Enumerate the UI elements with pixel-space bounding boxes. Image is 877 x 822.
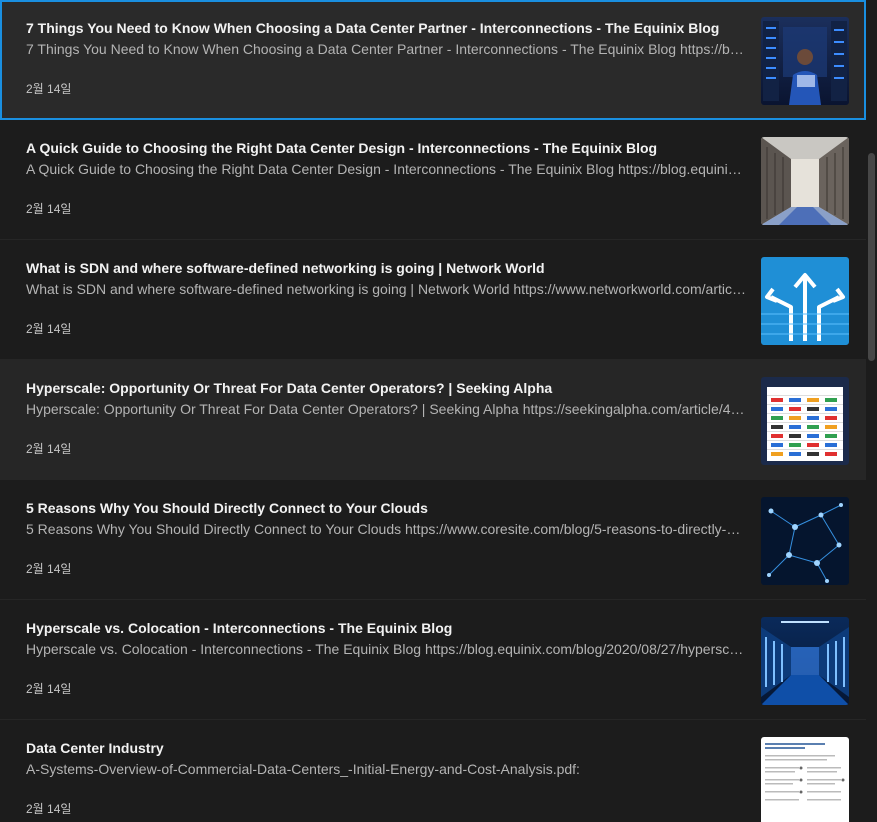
item-date: 2월 14일 (26, 442, 72, 456)
item-description: 5 Reasons Why You Should Directly Connec… (26, 521, 746, 537)
blue-server-hall-image (761, 617, 849, 705)
network-nodes-image (761, 497, 849, 585)
item-date: 2월 14일 (26, 562, 72, 576)
list-item[interactable]: Hyperscale: Opportunity Or Threat For Da… (0, 360, 866, 480)
item-date: 2월 14일 (26, 322, 72, 336)
list-item[interactable]: Hyperscale vs. Colocation - Interconnect… (0, 600, 866, 720)
item-description: A-Systems-Overview-of-Commercial-Data-Ce… (26, 761, 580, 777)
item-title: What is SDN and where software-defined n… (26, 260, 545, 276)
server-room-technician-image (761, 17, 849, 105)
scrollbar-thumb[interactable] (868, 153, 875, 361)
item-title: A Quick Guide to Choosing the Right Data… (26, 140, 658, 156)
list-item[interactable]: 5 Reasons Why You Should Directly Connec… (0, 480, 866, 600)
item-date: 2월 14일 (26, 802, 72, 816)
item-date: 2월 14일 (26, 82, 72, 96)
item-title: Hyperscale: Opportunity Or Threat For Da… (26, 380, 553, 396)
item-description: What is SDN and where software-defined n… (26, 281, 746, 297)
item-description: Hyperscale vs. Colocation - Interconnect… (26, 641, 746, 657)
item-title: 7 Things You Need to Know When Choosing … (26, 20, 720, 36)
scrollbar[interactable] (866, 0, 877, 822)
item-title: Data Center Industry (26, 740, 164, 756)
data-center-aisle-image (761, 137, 849, 225)
item-title: Hyperscale vs. Colocation - Interconnect… (26, 620, 453, 636)
list-item[interactable]: Data Center Industry A-Systems-Overview-… (0, 720, 866, 822)
list-item[interactable]: 7 Things You Need to Know When Choosing … (0, 0, 866, 120)
item-description: Hyperscale: Opportunity Or Threat For Da… (26, 401, 746, 417)
item-date: 2월 14일 (26, 682, 72, 696)
document-page-image (761, 737, 849, 822)
item-description: A Quick Guide to Choosing the Right Data… (26, 161, 746, 177)
item-description: 7 Things You Need to Know When Choosing … (26, 41, 746, 57)
network-arrows-image (761, 257, 849, 345)
bookmark-list: 7 Things You Need to Know When Choosing … (0, 0, 866, 822)
item-title: 5 Reasons Why You Should Directly Connec… (26, 500, 428, 516)
logo-table-image (761, 377, 849, 465)
list-item[interactable]: What is SDN and where software-defined n… (0, 240, 866, 360)
list-item[interactable]: A Quick Guide to Choosing the Right Data… (0, 120, 866, 240)
item-date: 2월 14일 (26, 202, 72, 216)
